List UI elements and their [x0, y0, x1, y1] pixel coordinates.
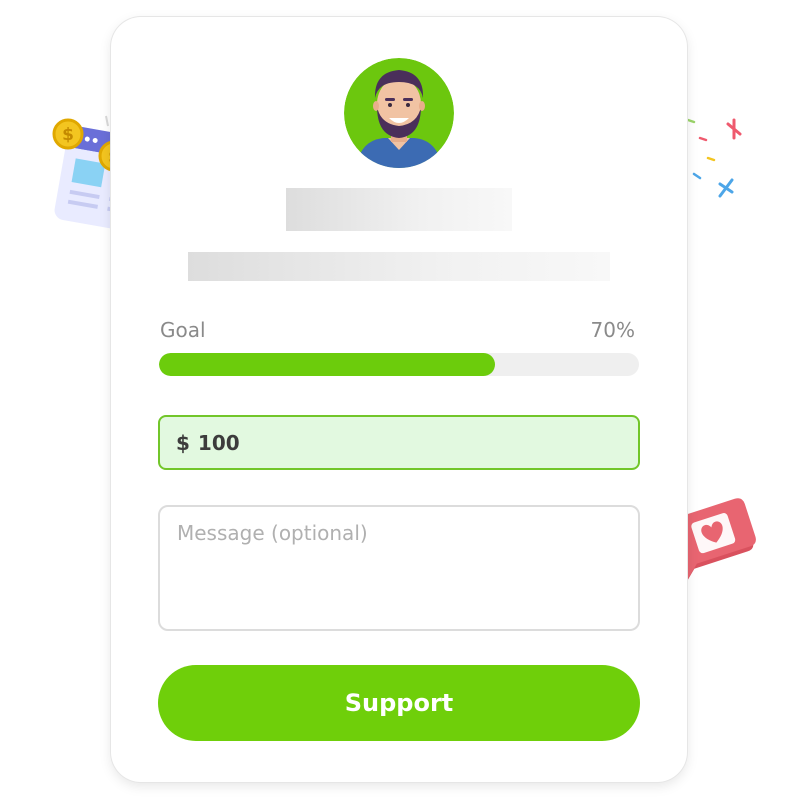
goal-progress-fill — [159, 353, 495, 376]
message-input[interactable] — [158, 505, 640, 631]
description-placeholder-bar — [188, 252, 610, 281]
goal-label: Goal — [160, 318, 206, 342]
bearded-man-avatar-icon — [344, 58, 454, 168]
support-button[interactable]: Support — [158, 665, 640, 741]
currency-symbol: $ — [176, 430, 190, 455]
name-placeholder-bar — [286, 188, 512, 231]
goal-progress-bar — [159, 353, 639, 376]
donation-widget-stage: $ $ $ — [0, 0, 800, 800]
amount-input[interactable]: $ 100 — [158, 415, 640, 470]
amount-value: 100 — [197, 430, 240, 455]
goal-percentage: 70% — [590, 318, 635, 342]
svg-text:$: $ — [62, 125, 74, 145]
